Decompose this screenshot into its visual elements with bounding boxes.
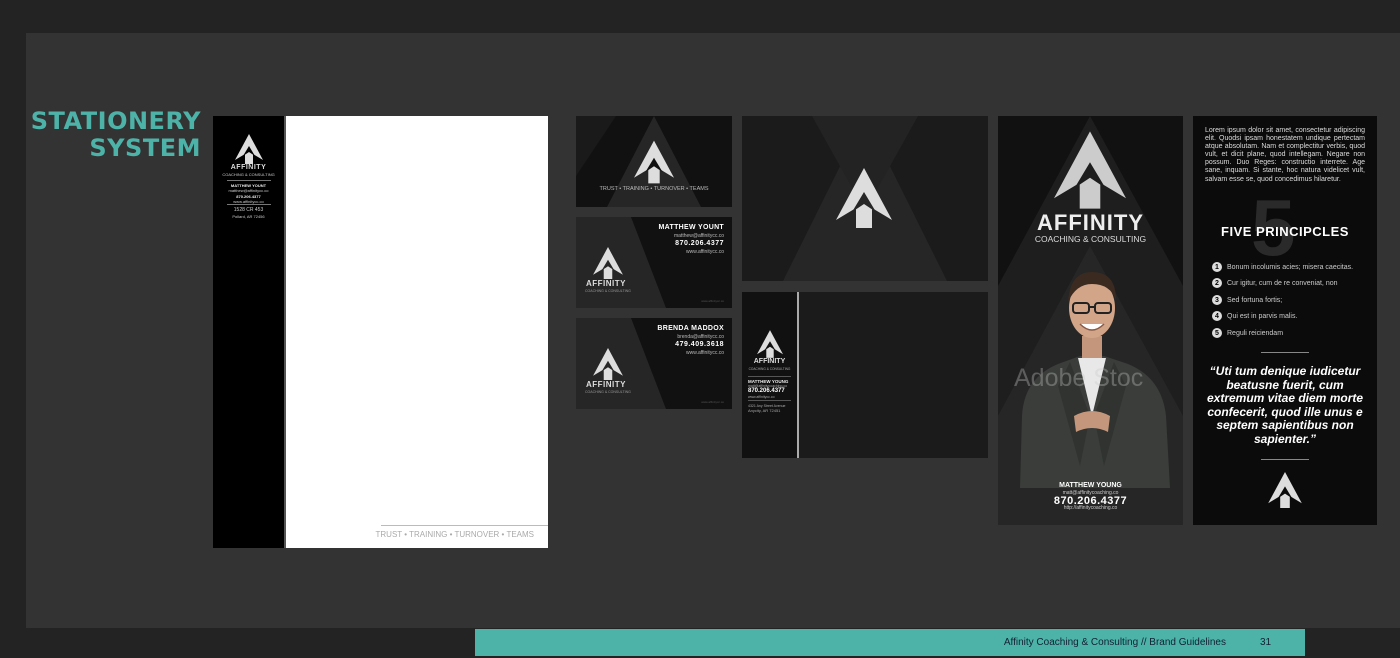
card-small-url: www.affinitycc.co [701, 400, 724, 404]
principle-item: 2 Cur igitur, cum de re conveniat, non [1212, 278, 1338, 288]
envelope-rule-2 [748, 400, 791, 401]
principle-text: Reguli reiciendam [1227, 329, 1284, 337]
arrow-up-logo-icon [836, 168, 892, 228]
arrow-up-logo-icon [593, 247, 623, 279]
poster-sub: COACHING & CONSULTING [1034, 234, 1147, 244]
arrow-up-logo-icon [235, 134, 263, 164]
principle-text: Cur igitur, cum de re conveniat, non [1227, 279, 1338, 287]
arrow-up-logo-icon [1268, 472, 1302, 508]
principle-number: 5 [1212, 328, 1222, 338]
quote: “Uti tum denique iudicetur beatusne fuer… [1206, 364, 1364, 446]
letterhead-brand: AFFINITY [230, 164, 267, 171]
envelope-address-2: Anycity, AR 72451 [748, 408, 781, 413]
principle-text: Qui est in parvis malis. [1227, 312, 1298, 320]
card-tagline: TRUST • TRAINING • TURNOVER • TEAMS [599, 186, 709, 192]
arrow-up-logo-icon [1054, 131, 1126, 209]
envelope-rule [748, 376, 791, 377]
title-line-1: STATIONERY [30, 107, 201, 135]
card-brand: AFFINITY [586, 279, 626, 288]
envelope-strip [742, 292, 799, 458]
card-small-url: www.affinitycc.co [701, 299, 724, 303]
business-card-matthew: MATTHEW YOUNT matthew@affinitycc.co 870.… [576, 217, 732, 308]
card-name: MATTHEW YOUNT [658, 224, 724, 231]
envelope-front: AFFINITY COACHING & CONSULTING MATTHEW Y… [742, 292, 988, 458]
letterhead-rule [227, 180, 271, 181]
business-card-brenda: BRENDA MADDOX brenda@affinitycc.co 479.4… [576, 318, 732, 409]
business-card-front: TRUST • TRAINING • TURNOVER • TEAMS [576, 116, 732, 207]
card-sub: COACHING & CONSULTING [585, 390, 631, 394]
letterhead-footer: TRUST • TRAINING • TURNOVER • TEAMS [375, 530, 535, 539]
envelope-sub: COACHING & CONSULTING [748, 367, 791, 371]
envelope-url: www.affinitycc.co [748, 395, 775, 399]
principle-text: Bonum incolumis acies; misera caecitas. [1227, 263, 1354, 271]
card-brand: AFFINITY [586, 380, 626, 389]
envelope-back [742, 116, 988, 281]
principle-item: 4 Qui est in parvis malis. [1212, 311, 1297, 321]
letterhead-address-2: Pollard, AR 72456 [232, 214, 265, 219]
stock-watermark: Adobe Stoc [1014, 364, 1144, 392]
letterhead-sub: COACHING & CONSULTING [222, 172, 275, 177]
principles-heading: FIVE PRINCIPCLES [1221, 224, 1349, 239]
card-url: www.affinitycc.co [686, 350, 724, 356]
poster: AFFINITY COACHING & CONSULTING Adobe Sto… [998, 116, 1183, 525]
letterhead-rule-2 [227, 204, 271, 205]
card-email: matthew@affinitycc.co [673, 233, 724, 239]
principle-number: 3 [1212, 295, 1222, 305]
poster-name: MATTHEW YOUNG [1059, 482, 1122, 489]
page-number: 31 [1260, 637, 1272, 648]
letterhead: AFFINITY COACHING & CONSULTING MATTHEW Y… [213, 116, 548, 548]
lorem-paragraph: Lorem ipsum dolor sit amet, consectetur … [1205, 127, 1365, 183]
letterhead-footer-rule [381, 525, 548, 526]
card-name: BRENDA MADDOX [657, 325, 724, 332]
principle-text: Sed fortuna fortis; [1227, 296, 1283, 304]
letterhead-email: matthew@affinitycc.co [228, 188, 269, 193]
divider [1261, 352, 1309, 353]
principle-number: 4 [1212, 311, 1222, 321]
card-phone: 870.206.4377 [675, 240, 724, 247]
principle-number: 2 [1212, 278, 1222, 288]
poster-brand: AFFINITY [1037, 210, 1144, 235]
footer-bar: Affinity Coaching & Consulting // Brand … [475, 629, 1305, 656]
envelope-phone: 870.206.4377 [748, 388, 785, 394]
footer-text: Affinity Coaching & Consulting // Brand … [1003, 637, 1226, 648]
card-sub: COACHING & CONSULTING [585, 289, 631, 293]
card-email: brenda@affinitycc.co [677, 334, 724, 340]
card-url: www.affinitycc.co [686, 249, 724, 255]
title-line-2: SYSTEM [89, 134, 201, 162]
letterhead-sidebar: AFFINITY COACHING & CONSULTING MATTHEW Y… [213, 116, 286, 548]
poster-url: http://affinitycoaching.co [1063, 505, 1118, 511]
principle-item: 1 Bonum incolumis acies; misera caecitas… [1212, 262, 1353, 272]
arrow-up-logo-icon [593, 348, 623, 380]
principles-panel: 5 Lorem ipsum dolor sit amet, consectetu… [1193, 116, 1377, 525]
envelope-brand: AFFINITY [753, 358, 786, 365]
arrow-up-logo-icon [634, 140, 674, 184]
letterhead-address-1: 1528 CR 453 [233, 207, 264, 213]
page-title: STATIONERY SYSTEM [31, 108, 201, 162]
principle-number: 1 [1212, 262, 1222, 272]
divider [1261, 459, 1309, 460]
card-phone: 479.409.3618 [675, 341, 724, 348]
principle-item: 3 Sed fortuna fortis; [1212, 295, 1282, 305]
principle-item: 5 Reguli reiciendam [1212, 328, 1283, 338]
arrow-up-logo-icon [757, 330, 783, 358]
